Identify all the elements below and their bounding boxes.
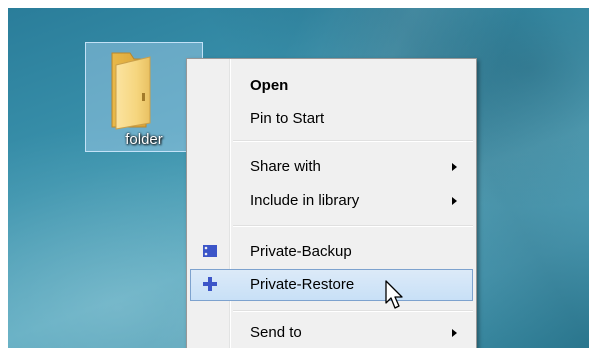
menu-item-label: Private-Backup — [250, 243, 352, 260]
submenu-arrow-icon — [452, 329, 457, 337]
submenu-arrow-icon — [452, 163, 457, 171]
submenu-arrow-icon — [452, 197, 457, 205]
menu-item-label: Send to — [250, 324, 302, 341]
menu-item-include-in-library[interactable]: Include in library — [190, 185, 473, 217]
restore-icon — [203, 277, 217, 291]
menu-separator — [233, 310, 473, 312]
folder-icon — [111, 52, 151, 130]
backup-icon — [203, 245, 217, 257]
menu-item-pin-to-start[interactable]: Pin to Start — [190, 103, 473, 135]
menu-item-private-backup[interactable]: Private-Backup — [190, 236, 473, 268]
desktop: folder Open Pin to Start Share with Incl… — [8, 8, 589, 348]
context-menu: Open Pin to Start Share with Include in … — [186, 58, 477, 348]
folder-label: folder — [125, 131, 163, 148]
menu-item-share-with[interactable]: Share with — [190, 151, 473, 183]
menu-item-send-to[interactable]: Send to — [190, 317, 473, 348]
menu-item-label: Pin to Start — [250, 110, 325, 127]
menu-item-private-restore[interactable]: Private-Restore — [190, 269, 473, 301]
menu-item-label: Include in library — [250, 192, 360, 209]
menu-item-label: Open — [250, 77, 289, 94]
menu-separator — [233, 225, 473, 227]
menu-separator — [233, 140, 473, 142]
menu-item-open[interactable]: Open — [190, 70, 473, 102]
arrow-cursor-icon — [385, 280, 403, 309]
menu-item-label: Private-Restore — [250, 276, 355, 293]
menu-item-label: Share with — [250, 158, 321, 175]
